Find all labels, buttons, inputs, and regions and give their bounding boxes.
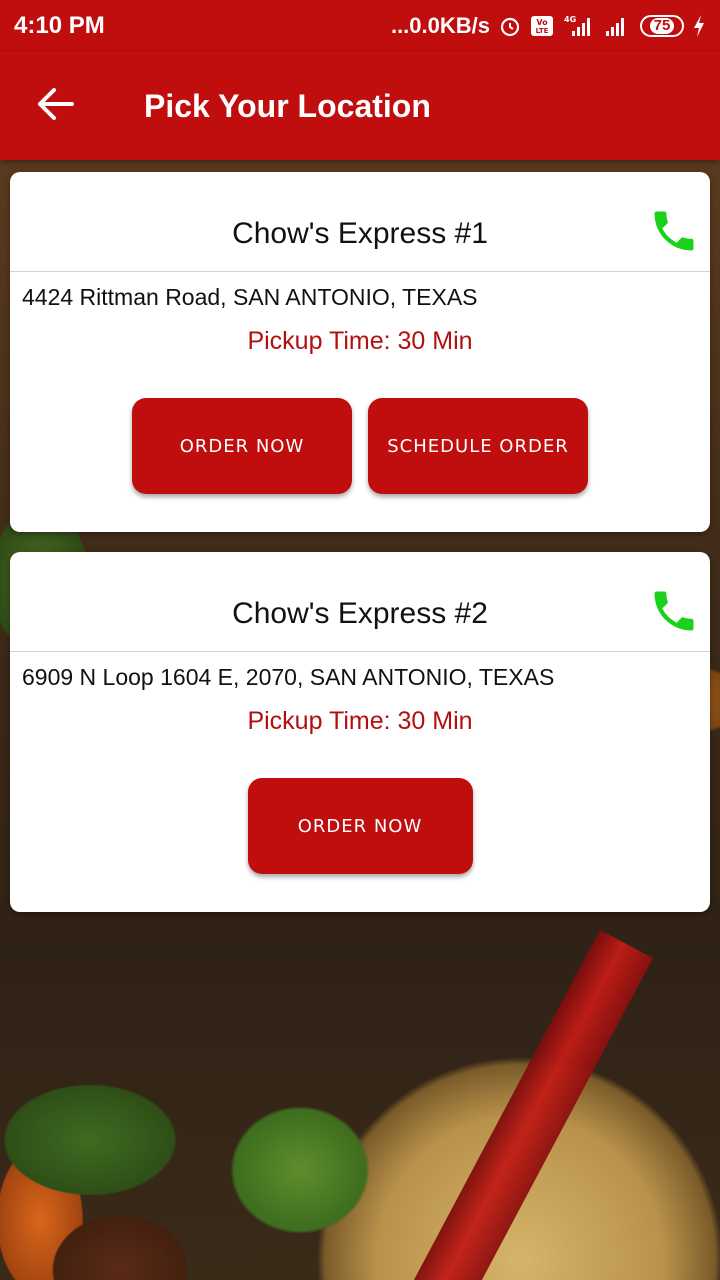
- status-icons: ...0.0KB/s Vo LTE 4G 75: [391, 13, 706, 39]
- svg-text:LTE: LTE: [536, 27, 549, 35]
- location-name: Chow's Express #1: [232, 217, 488, 250]
- pickup-time: Pickup Time: 30 Min: [247, 327, 473, 355]
- arrow-left-icon: [38, 87, 74, 125]
- status-time: 4:10 PM: [14, 12, 105, 39]
- location-address: 4424 Rittman Road, SAN ANTONIO, TEXAS: [22, 284, 478, 310]
- alarm-icon: [498, 14, 522, 38]
- call-button[interactable]: [648, 204, 700, 258]
- charging-icon: [692, 14, 706, 38]
- status-bar: 4:10 PM ...0.0KB/s Vo LTE 4G 75: [0, 0, 720, 52]
- location-name: Chow's Express #2: [232, 597, 488, 630]
- phone-icon: [648, 591, 700, 642]
- phone-icon: [648, 211, 700, 262]
- pickup-time: Pickup Time: 30 Min: [247, 707, 473, 735]
- battery-indicator: 75: [640, 15, 684, 37]
- location-card-2: Chow's Express #2 6909 N Loop 1604 E, 20…: [10, 552, 710, 912]
- battery-level: 75: [649, 18, 675, 34]
- location-card-header: Chow's Express #2: [10, 552, 710, 652]
- back-button[interactable]: [0, 52, 112, 160]
- app-bar: Pick Your Location: [0, 52, 720, 160]
- page-title: Pick Your Location: [144, 87, 431, 124]
- card-actions: ORDER NOW SCHEDULE ORDER: [10, 398, 710, 494]
- order-now-button[interactable]: ORDER NOW: [247, 778, 473, 874]
- signal-icon: 4G: [562, 14, 596, 38]
- network-speed: ...0.0KB/s: [390, 13, 490, 38]
- location-card-1: Chow's Express #1 4424 Rittman Road, SAN…: [10, 172, 710, 532]
- svg-text:Vo: Vo: [536, 18, 548, 27]
- screen: 4:10 PM ...0.0KB/s Vo LTE 4G 75 Pick You…: [0, 0, 720, 1280]
- location-address: 6909 N Loop 1604 E, 2070, SAN ANTONIO, T…: [22, 664, 555, 690]
- volte-icon: Vo LTE: [530, 15, 554, 37]
- svg-text:4G: 4G: [564, 15, 576, 24]
- call-button[interactable]: [648, 584, 700, 638]
- card-actions: ORDER NOW: [10, 778, 710, 874]
- schedule-order-button[interactable]: SCHEDULE ORDER: [368, 398, 588, 494]
- location-card-header: Chow's Express #1: [10, 172, 710, 272]
- signal-icon-2: [604, 14, 632, 38]
- order-now-button[interactable]: ORDER NOW: [132, 398, 352, 494]
